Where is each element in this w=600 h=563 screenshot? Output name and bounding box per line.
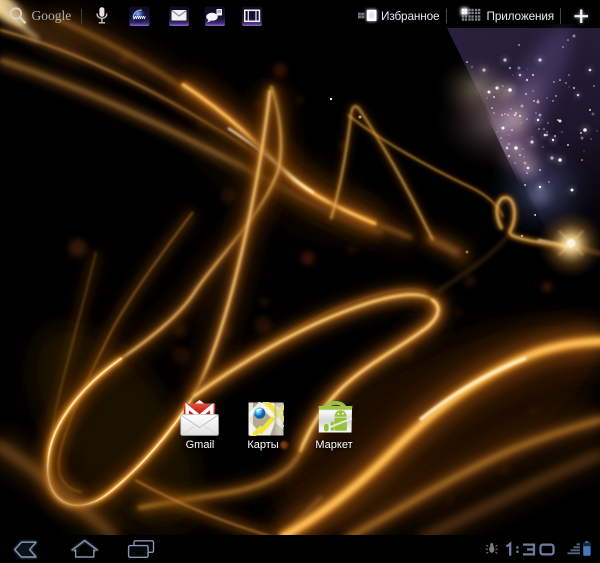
svg-text:Приложения: Приложения: [487, 9, 555, 23]
svg-text:www: www: [132, 15, 146, 21]
svg-text:Избранное: Избранное: [381, 9, 440, 23]
svg-text:Google: Google: [32, 8, 72, 23]
